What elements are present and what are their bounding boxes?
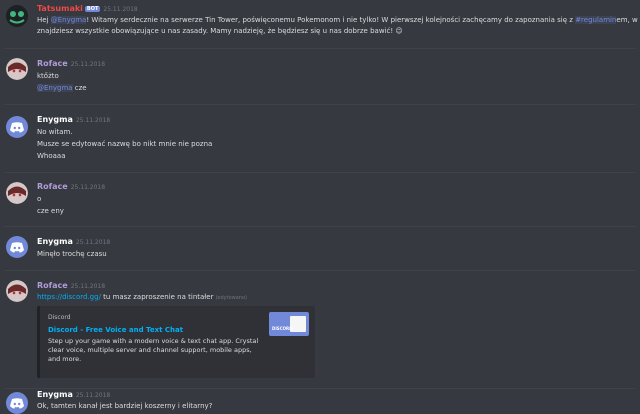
timestamp: 25.11.2018	[70, 283, 106, 290]
author-name[interactable]: Roface 25.11.2018	[37, 59, 105, 68]
author-name-text: Enygma	[37, 115, 73, 124]
message-text: Ok, tamten kanał jest bardziej koszerny …	[37, 402, 213, 410]
embed-description: Step up your game with a modern voice & …	[48, 337, 259, 363]
text-segment: Hej	[37, 16, 51, 24]
message-text: Hej @Enygma! Witamy serdecznie na serwer…	[37, 16, 640, 24]
message-text: @Enygma cze	[37, 84, 87, 92]
discord-logo-icon	[10, 241, 24, 252]
timestamp: 25.11.2018	[75, 117, 111, 124]
text-segment: ! Witamy serdecznie na serwerze Tin Towe…	[86, 16, 576, 24]
author-name-text: Roface	[37, 281, 68, 290]
author-name[interactable]: Enygma 25.11.2018	[37, 237, 110, 246]
anime-avatar-icon	[6, 182, 28, 204]
message-divider	[4, 226, 636, 227]
author-name-text: Tatsumaki	[37, 4, 83, 13]
message-divider	[4, 104, 636, 105]
avatar[interactable]	[6, 182, 28, 204]
embed-thumbnail[interactable]: DISCORD	[269, 312, 309, 336]
message-text: Minęło trochę czasu	[37, 250, 107, 258]
edited-marker: (edytowano)	[215, 295, 247, 301]
message-divider	[4, 48, 636, 49]
avatar[interactable]	[6, 236, 28, 258]
anime-avatar-icon	[6, 280, 28, 302]
avatar[interactable]	[6, 116, 28, 138]
embed-provider: Discord	[48, 314, 71, 321]
author-name-text: Enygma	[37, 237, 73, 246]
discord-logo-icon	[10, 121, 24, 132]
bot-badge: BOT	[84, 6, 101, 12]
author-name[interactable]: Roface 25.11.2018	[37, 182, 105, 191]
text-segment: cze	[72, 84, 87, 92]
message-divider	[4, 270, 636, 271]
author-name[interactable]: Roface 25.11.2018	[37, 281, 105, 290]
author-name-text: Enygma	[37, 390, 73, 399]
author-name[interactable]: Enygma 25.11.2018	[37, 390, 110, 399]
user-mention[interactable]: @Enygma	[37, 84, 73, 92]
message-text: ktőżto	[37, 72, 59, 80]
user-mention[interactable]: @Enygma	[50, 16, 87, 24]
link-embed: Discord Discord - Free Voice and Text Ch…	[37, 306, 315, 378]
discord-logo-icon	[10, 397, 24, 408]
avatar[interactable]	[6, 58, 28, 80]
author-name[interactable]: Enygma 25.11.2018	[37, 115, 110, 124]
timestamp: 25.11.2018	[75, 392, 111, 399]
author-name[interactable]: Tatsumaki BOT 25.11.2018	[37, 4, 138, 13]
embed-title-link[interactable]: Discord - Free Voice and Text Chat	[48, 326, 183, 334]
thumbnail-label: DISCORD	[272, 326, 293, 331]
message-text: cze eny	[37, 207, 64, 215]
message-divider	[4, 388, 636, 389]
message-text: No witam.	[37, 128, 73, 136]
timestamp: 25.11.2018	[70, 184, 106, 191]
chat-messages: Tatsumaki BOT 25.11.2018 Hej @Enygma! Wita…	[0, 0, 640, 414]
bot-avatar-icon	[6, 5, 28, 27]
message-text: https://discord.gg/ tu masz zaproszenie …	[37, 293, 247, 301]
channel-mention[interactable]: #regulamin	[575, 16, 617, 24]
timestamp: 25.11.2018	[103, 6, 138, 13]
anime-avatar-icon	[6, 58, 28, 80]
text-segment: tu masz zaproszenie na tintałer	[100, 293, 214, 301]
message-divider	[4, 172, 636, 173]
text-segment: em, w którym	[616, 16, 640, 24]
author-name-text: Roface	[37, 59, 68, 68]
author-name-text: Roface	[37, 182, 68, 191]
avatar[interactable]	[6, 392, 28, 414]
avatar[interactable]	[6, 280, 28, 302]
timestamp: 25.11.2018	[75, 239, 111, 246]
message-text: znajdziesz wszystkie obowiązujące u nas …	[37, 27, 403, 35]
timestamp: 25.11.2018	[70, 61, 106, 68]
avatar[interactable]	[6, 5, 28, 27]
message-text: Musze se edytować nazwę bo nikt mnie nie…	[37, 140, 213, 148]
message-text: o	[37, 195, 42, 203]
message-text: Whoaaa	[37, 152, 66, 160]
invite-link[interactable]: https://discord.gg/	[37, 293, 101, 301]
